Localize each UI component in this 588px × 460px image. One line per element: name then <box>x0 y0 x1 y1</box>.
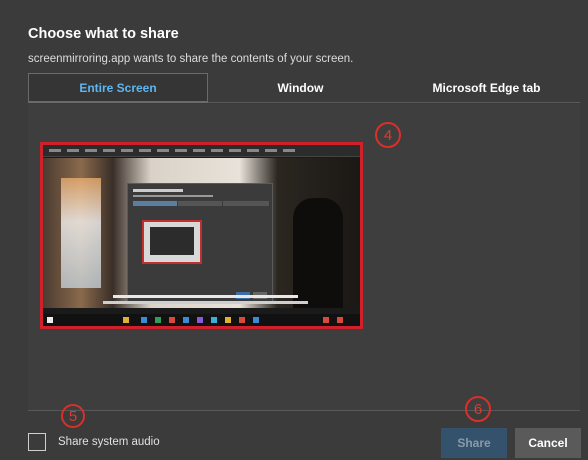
cancel-button[interactable]: Cancel <box>515 428 581 458</box>
share-dialog: Choose what to share screenmirroring.app… <box>0 0 588 460</box>
preview-taskbar <box>43 314 360 326</box>
annotation-marker-4: 4 <box>375 122 401 148</box>
share-button[interactable]: Share <box>441 428 507 458</box>
dialog-subtitle: screenmirroring.app wants to share the c… <box>28 53 354 65</box>
footer-divider <box>28 410 580 411</box>
share-audio-toggle[interactable]: Share system audio <box>28 433 160 451</box>
preview-caption-line <box>113 295 298 298</box>
preview-browser-bar <box>43 145 360 157</box>
annotation-marker-6: 6 <box>465 396 491 422</box>
audio-checkbox[interactable] <box>28 433 46 451</box>
preview-photo <box>43 158 360 308</box>
screen-preview-image <box>43 145 360 326</box>
share-tabs: Entire Screen Window Microsoft Edge tab <box>28 73 580 103</box>
audio-label: Share system audio <box>58 436 160 448</box>
annotation-marker-5: 5 <box>61 404 85 428</box>
screen-thumbnail[interactable] <box>40 142 363 329</box>
preview-share-dialog <box>127 183 273 303</box>
tab-edge-tab[interactable]: Microsoft Edge tab <box>393 73 580 103</box>
tab-window[interactable]: Window <box>208 73 393 103</box>
dialog-title: Choose what to share <box>28 26 179 42</box>
preview-caption-line <box>103 301 308 304</box>
tab-entire-screen[interactable]: Entire Screen <box>28 73 208 103</box>
